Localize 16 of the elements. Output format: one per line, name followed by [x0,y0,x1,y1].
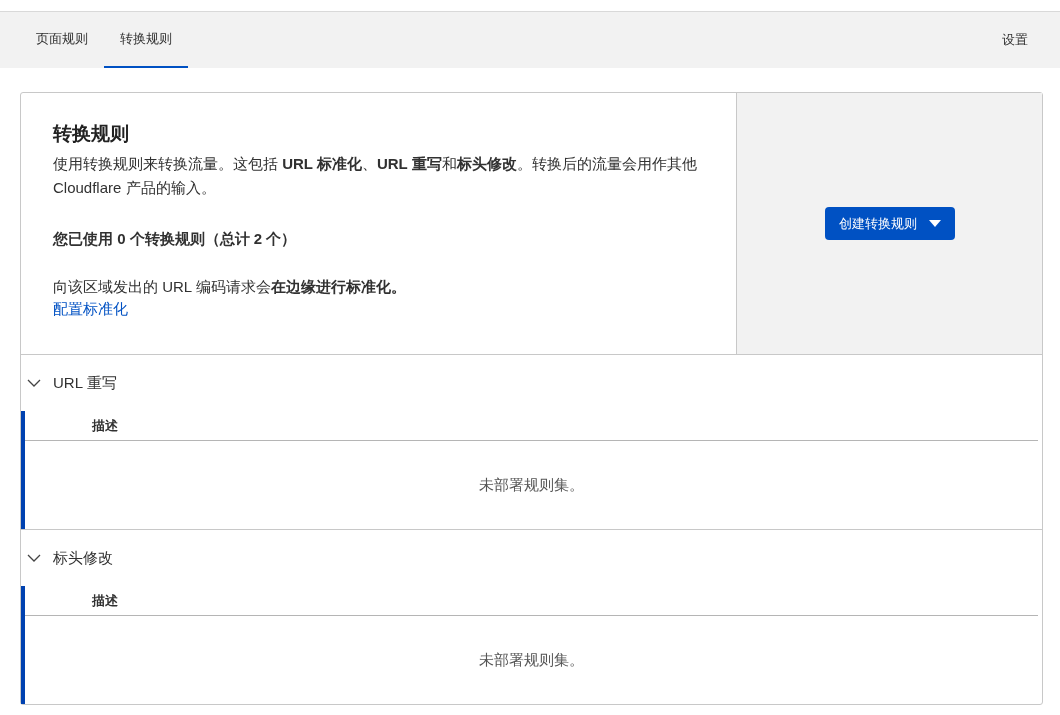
settings-link[interactable]: 设置 [990,30,1040,50]
section-title: 转换规则 [53,123,130,146]
column-header: 描述 [92,592,118,611]
configure-link[interactable]: 配置标准化 [53,300,128,318]
tab[interactable]: 页面规则 [20,12,104,68]
usage-text: 您已使用 0 个转换规则（总计 2 个） [53,228,298,249]
empty-message: 未部署规则集。 [479,475,584,496]
empty-message: 未部署规则集。 [479,650,584,671]
section-heading: 标头修改 [53,548,113,569]
normalization-note: 向该区域发出的 URL 编码请求会在边缘进行标准化。 [53,278,406,296]
description-text: 使用转换规则来转换流量。这包括 URL 标准化、URL 重写和标头修改。转换后的流量会用作其他 Cloudflare 产品的输入。 [53,153,698,198]
section-heading: URL 重写 [53,373,117,394]
tab[interactable]: 转换规则 [104,12,188,68]
caret-icon [928,220,941,228]
create-rule-button[interactable]: 创建转换规则 [824,206,955,241]
column-header: 描述 [92,417,118,436]
